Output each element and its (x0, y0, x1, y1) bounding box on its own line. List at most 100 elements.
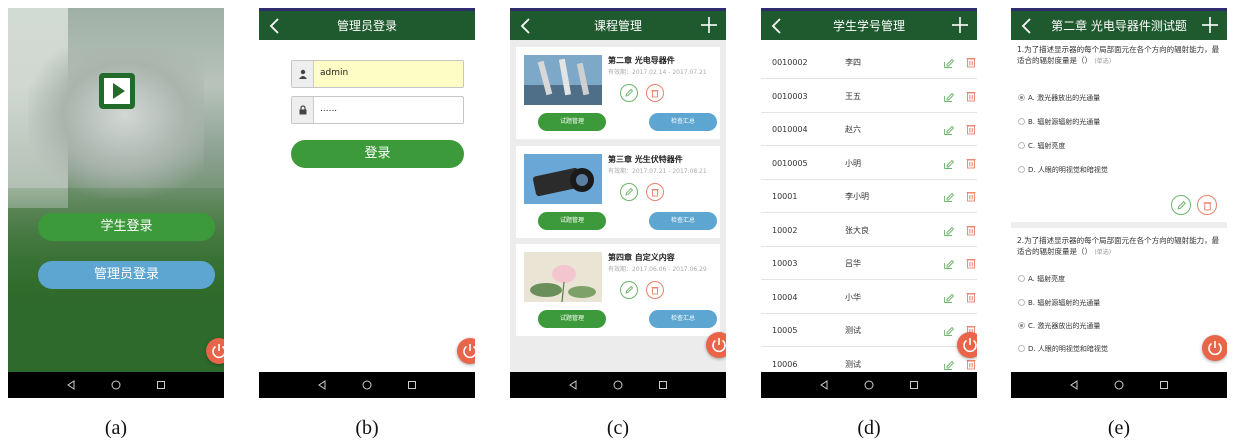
trash-icon[interactable] (966, 123, 976, 135)
caption-d: (d) (857, 417, 881, 439)
check-summary-button[interactable]: 检查汇总 (649, 310, 717, 328)
power-icon[interactable] (957, 332, 977, 358)
username-field[interactable]: admin (291, 60, 464, 88)
plus-icon[interactable] (700, 16, 718, 34)
edit-icon[interactable] (620, 183, 638, 201)
course-date: 有效期：2017.02.14 - 2017.07.21 (608, 69, 707, 76)
nav-home-icon[interactable] (1114, 380, 1124, 390)
trash-icon[interactable] (966, 56, 976, 68)
trash-icon[interactable] (966, 358, 976, 370)
option-radio[interactable]: B. 辐射源辐射的光通量 (1018, 298, 1100, 308)
login-button[interactable]: 登录 (291, 140, 464, 168)
student-row[interactable]: 10002 张大良 (761, 214, 977, 247)
course-card[interactable]: 第三章 光生伏特器件 有效期：2017.07.21 - 2017.08.21 试… (516, 146, 720, 238)
student-id: 0010003 (772, 91, 808, 101)
screen-chapter-quiz: 第二章 光电导器件测试题 1.为了描述显示器的每个局部面元在各个方向的辐射能力，… (1011, 8, 1227, 398)
edit-icon[interactable] (620, 281, 638, 299)
student-row[interactable]: 10004 小华 (761, 281, 977, 314)
student-id: 10003 (772, 259, 798, 268)
student-name: 吕华 (845, 259, 861, 268)
edit-icon[interactable] (620, 84, 638, 102)
user-icon (292, 61, 314, 87)
trash-icon[interactable] (646, 281, 664, 299)
course-card[interactable]: 第二章 光电导器件 有效期：2017.02.14 - 2017.07.21 试题… (516, 47, 720, 139)
student-row[interactable]: 0010003 王五 (761, 80, 977, 113)
edit-icon[interactable] (943, 325, 955, 337)
option-label: C. 激光器放出的光通量 (1028, 322, 1101, 330)
edit-icon[interactable] (943, 191, 955, 203)
nav-recents-icon[interactable] (658, 380, 668, 390)
trash-icon[interactable] (646, 183, 664, 201)
student-row[interactable]: 10003 吕华 (761, 247, 977, 280)
nav-back-icon[interactable] (819, 380, 829, 390)
nav-home-icon[interactable] (111, 380, 121, 390)
power-icon[interactable] (457, 338, 475, 364)
edit-icon[interactable] (943, 258, 955, 270)
edit-icon[interactable] (1171, 195, 1191, 215)
plus-icon[interactable] (1201, 16, 1219, 34)
edit-icon[interactable] (943, 359, 955, 371)
trash-icon[interactable] (966, 291, 976, 303)
trash-icon[interactable] (966, 257, 976, 269)
trash-icon[interactable] (646, 84, 664, 102)
nav-home-icon[interactable] (864, 380, 874, 390)
trash-icon[interactable] (966, 90, 976, 102)
edit-icon[interactable] (943, 124, 955, 136)
check-summary-button[interactable]: 检查汇总 (649, 212, 717, 230)
student-row[interactable]: 10001 李小明 (761, 180, 977, 213)
trash-icon[interactable] (1197, 195, 1217, 215)
course-thumbnail (524, 154, 602, 204)
option-radio[interactable]: C. 辐射亮度 (1018, 141, 1065, 151)
student-id: 10005 (772, 326, 798, 335)
student-id: 10004 (772, 292, 798, 302)
option-radio[interactable]: A. 激光器放出的光通量 (1018, 93, 1100, 103)
password-field[interactable]: ...... (291, 96, 464, 124)
power-icon[interactable] (1202, 335, 1227, 361)
nav-back-icon[interactable] (1069, 380, 1079, 390)
option-radio[interactable]: B. 辐射源辐射的光通量 (1018, 117, 1100, 127)
option-radio[interactable]: C. 激光器放出的光通量 (1018, 321, 1100, 331)
option-radio[interactable]: D. 人眼的明视觉和暗视觉 (1018, 165, 1108, 175)
student-login-button[interactable]: 学生登录 (38, 213, 215, 241)
course-card[interactable]: 第四章 自定义内容 有效期：2017.06.06 - 2017.06.29 试题… (516, 244, 720, 336)
nav-recents-icon[interactable] (407, 380, 417, 390)
option-radio[interactable]: D. 人眼的明视觉和暗视觉 (1018, 344, 1108, 354)
app-header: 管理员登录 (259, 8, 475, 40)
question-manage-button[interactable]: 试题管理 (538, 113, 606, 131)
student-row[interactable]: 0010002 李四 (761, 46, 977, 79)
student-row[interactable]: 10005 测试 (761, 314, 977, 347)
nav-recents-icon[interactable] (156, 380, 166, 390)
edit-icon[interactable] (943, 57, 955, 69)
question-stem: 2.为了描述显示器的每个局部面元在各个方向的辐射能力，最适合的辐射度量是（） (1017, 236, 1220, 256)
check-summary-button[interactable]: 检查汇总 (649, 113, 717, 131)
nav-home-icon[interactable] (362, 380, 372, 390)
question-manage-button[interactable]: 试题管理 (538, 310, 606, 328)
option-label: D. 人眼的明视觉和暗视觉 (1028, 166, 1108, 174)
edit-icon[interactable] (943, 158, 955, 170)
edit-icon[interactable] (943, 292, 955, 304)
page-title: 管理员登录 (336, 19, 397, 33)
nav-back-icon[interactable] (317, 380, 327, 390)
nav-home-icon[interactable] (613, 380, 623, 390)
student-row[interactable]: 0010004 赵六 (761, 113, 977, 146)
admin-login-button[interactable]: 管理员登录 (38, 261, 215, 289)
edit-icon[interactable] (943, 91, 955, 103)
student-name: 小华 (845, 292, 861, 302)
plus-icon[interactable] (951, 16, 969, 34)
nav-recents-icon[interactable] (1159, 380, 1169, 390)
option-radio[interactable]: A. 辐射亮度 (1018, 274, 1065, 284)
password-value: ...... (320, 104, 338, 114)
student-row[interactable]: 0010005 小明 (761, 147, 977, 180)
nav-recents-icon[interactable] (909, 380, 919, 390)
power-icon[interactable] (706, 332, 726, 358)
trash-icon[interactable] (966, 190, 976, 202)
question-manage-button[interactable]: 试题管理 (538, 212, 606, 230)
page-title: 课程管理 (593, 19, 642, 33)
trash-icon[interactable] (966, 157, 976, 169)
option-label: D. 人眼的明视觉和暗视觉 (1028, 345, 1108, 353)
trash-icon[interactable] (966, 224, 976, 236)
nav-back-icon[interactable] (66, 380, 76, 390)
nav-back-icon[interactable] (568, 380, 578, 390)
question-type-tag: (单选) (1094, 58, 1112, 65)
edit-icon[interactable] (943, 225, 955, 237)
